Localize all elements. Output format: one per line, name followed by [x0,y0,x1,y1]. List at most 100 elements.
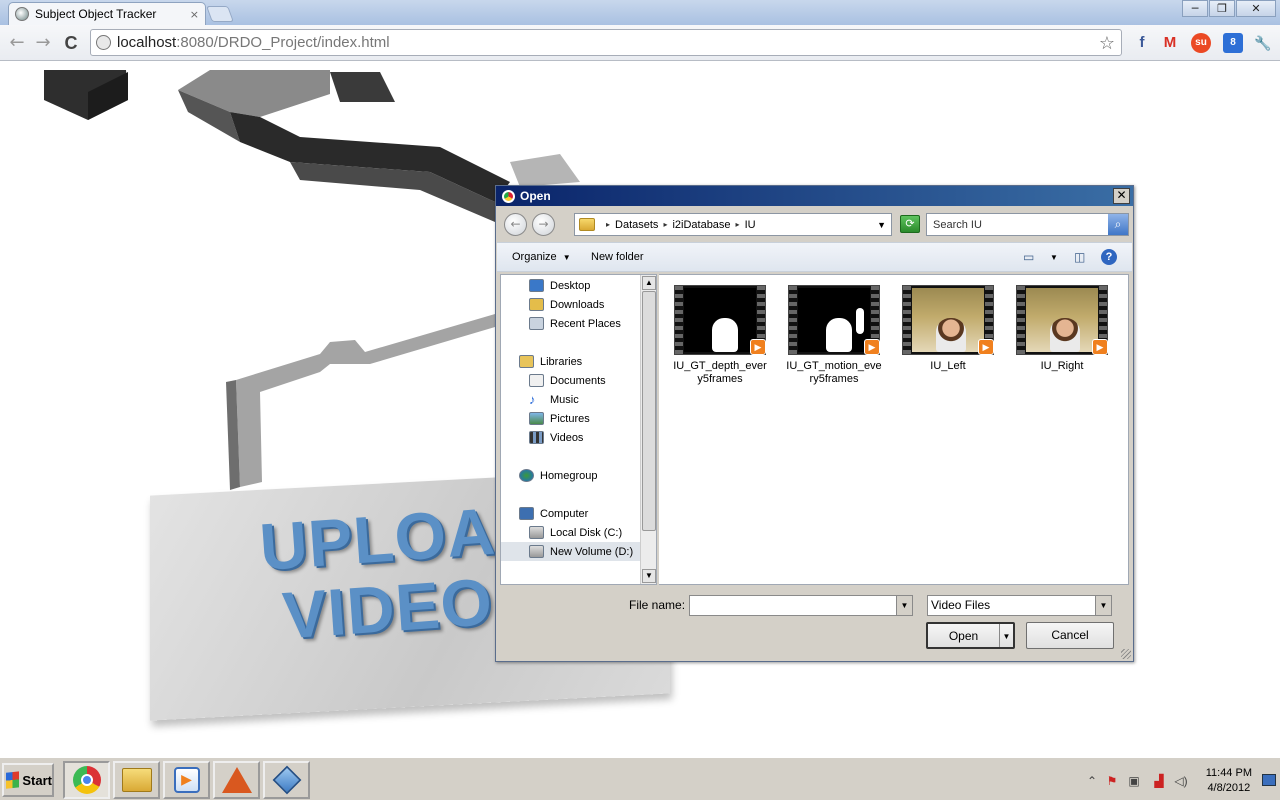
clock[interactable]: 11:44 PM 4/8/2012 [1206,766,1252,796]
gmail-icon[interactable]: M [1160,33,1180,53]
command-bar: Organize ▼ New folder ▭ ▼ ◫ ? [497,242,1132,272]
back-button[interactable]: ← [6,32,28,54]
reload-button[interactable]: C [60,32,82,54]
chevron-down-icon[interactable]: ▼ [999,624,1013,647]
scroll-down-icon[interactable]: ▼ [642,569,656,583]
tab-title: Subject Object Tracker [35,7,157,21]
view-options-icon[interactable]: ▭ [1023,250,1034,264]
minimize-button[interactable]: ─ [1182,0,1208,17]
start-button[interactable]: Start [2,763,54,797]
facebook-icon[interactable]: f [1132,33,1152,53]
media-player-badge-icon: ▶ [1092,339,1108,355]
file-item[interactable]: ▶ IU_Right [1014,285,1110,373]
chrome-icon [72,766,101,794]
file-type-select[interactable]: Video Files ▼ [927,595,1112,616]
media-player-badge-icon: ▶ [750,339,766,355]
chevron-down-icon[interactable]: ▼ [1095,596,1111,615]
file-list: ▶ IU_GT_depth_ever y5frames ▶ IU_GT_motio… [659,274,1129,585]
taskbar-matlab[interactable] [213,761,260,799]
search-input[interactable]: Search IU ⌕ [926,213,1129,236]
nav-item-pictures[interactable]: Pictures [501,409,642,428]
show-desktop-icon[interactable] [1262,774,1276,786]
breadcrumb-i2idatabase[interactable]: i2iDatabase [672,219,730,231]
network-icon[interactable]: ▟ [1152,774,1166,788]
dialog-titlebar[interactable]: Open [496,186,1133,206]
nav-item-new-volume[interactable]: New Volume (D:) [501,542,642,561]
open-button[interactable]: Open ▼ [926,622,1015,649]
nav-item-desktop[interactable]: Desktop [501,276,642,295]
resize-grip[interactable] [1121,649,1131,659]
refresh-icon[interactable]: ⟳ [900,215,920,233]
forward-arrow-icon[interactable]: → [532,213,555,236]
clock-time: 11:44 PM [1205,767,1252,779]
file-item[interactable]: ▶ IU_GT_depth_ever y5frames [672,285,768,386]
nav-scrollbar[interactable]: ▲ ▼ [640,275,656,584]
matlab-icon [221,767,252,793]
taskbar-explorer[interactable] [113,761,160,799]
power-icon[interactable]: ▣ [1127,774,1141,788]
desktop-icon [529,279,544,292]
taskbar-virtualbox[interactable] [263,761,310,799]
preview-pane-icon[interactable]: ◫ [1074,250,1085,264]
nav-item-recent-places[interactable]: Recent Places [501,314,642,333]
file-name: IU_Right [1040,360,1084,372]
libraries-icon [519,355,534,368]
recent-places-icon [529,317,544,330]
scroll-thumb[interactable] [642,291,656,531]
new-tab-button[interactable] [206,6,234,22]
wrench-icon[interactable]: 🔧 [1253,33,1273,53]
nav-item-documents[interactable]: Documents [501,371,642,390]
system-tray: ⌃ ⚑ ▣ ▟ ◁) 11:44 PM 4/8/2012 [1080,760,1280,800]
video-thumbnail: ▶ [788,285,880,355]
chevron-down-icon[interactable]: ▼ [877,220,886,230]
scroll-up-icon[interactable]: ▲ [642,276,656,290]
back-arrow-icon[interactable]: ← [504,213,527,236]
nav-item-libraries[interactable]: Libraries [501,352,642,371]
nav-item-local-disk[interactable]: Local Disk (C:) [501,523,642,542]
nav-item-videos[interactable]: Videos [501,428,642,447]
chrome-icon [502,189,515,203]
nav-item-downloads[interactable]: Downloads [501,295,642,314]
windows-logo-icon [6,771,20,789]
breadcrumb-datasets[interactable]: Datasets [615,219,658,231]
folder-icon [579,218,595,231]
search-icon[interactable]: ⌕ [1108,214,1128,235]
close-window-button[interactable]: ✕ [1236,0,1276,17]
stumbleupon-icon[interactable]: su [1191,33,1211,53]
bookmark-star-icon[interactable]: ☆ [1099,33,1115,54]
dialog-close-button[interactable]: ✕ [1113,188,1130,204]
chevron-up-icon[interactable]: ⌃ [1085,774,1099,788]
maximize-button[interactable]: ❐ [1209,0,1235,17]
taskbar-chrome[interactable] [63,761,110,799]
open-file-dialog: Open ✕ ← → ▸ Datasets ▸ i2iDatabase ▸ IU ▼ … [495,185,1134,662]
window-controls: ─ ❐ ✕ [1181,0,1276,17]
file-name-field[interactable]: ▼ [689,595,913,616]
new-folder-button[interactable]: New folder [591,251,644,263]
chevron-down-icon[interactable]: ▼ [896,596,912,615]
breadcrumb[interactable]: ▸ Datasets ▸ i2iDatabase ▸ IU ▼ [574,213,892,236]
file-item[interactable]: ▶ IU_Left [900,285,996,373]
help-icon[interactable]: ? [1101,249,1117,265]
tab-strip: Subject Object Tracker × ─ ❐ ✕ [0,0,1280,25]
action-center-icon[interactable]: ⚑ [1105,774,1119,788]
homegroup-icon [519,469,534,482]
notification-icon[interactable]: 8 [1223,33,1243,53]
chevron-down-icon[interactable]: ▼ [1050,253,1058,262]
nav-item-computer[interactable]: Computer [501,504,642,523]
volume-icon[interactable]: ◁) [1174,774,1188,788]
address-bar[interactable]: localhost:8080/DRDO_Project/index.html ☆ [90,29,1122,56]
video-thumbnail: ▶ [674,285,766,355]
cancel-button[interactable]: Cancel [1026,622,1114,649]
forward-button[interactable]: → [32,32,54,54]
tab-close-icon[interactable]: × [190,8,199,21]
breadcrumb-iu[interactable]: IU [745,219,756,231]
file-item[interactable]: ▶ IU_GT_motion_eve ry5frames [786,285,882,386]
taskbar-media-player[interactable]: ▶ [163,761,210,799]
browser-tab[interactable]: Subject Object Tracker × [8,2,206,25]
nav-item-music[interactable]: ♪ Music [501,390,642,409]
drive-icon [529,526,544,539]
file-name: IU_GT_depth_ever y5frames [673,360,767,385]
nav-item-homegroup[interactable]: Homegroup [501,466,642,485]
organize-button[interactable]: Organize ▼ [512,251,571,263]
videos-icon [529,431,544,444]
